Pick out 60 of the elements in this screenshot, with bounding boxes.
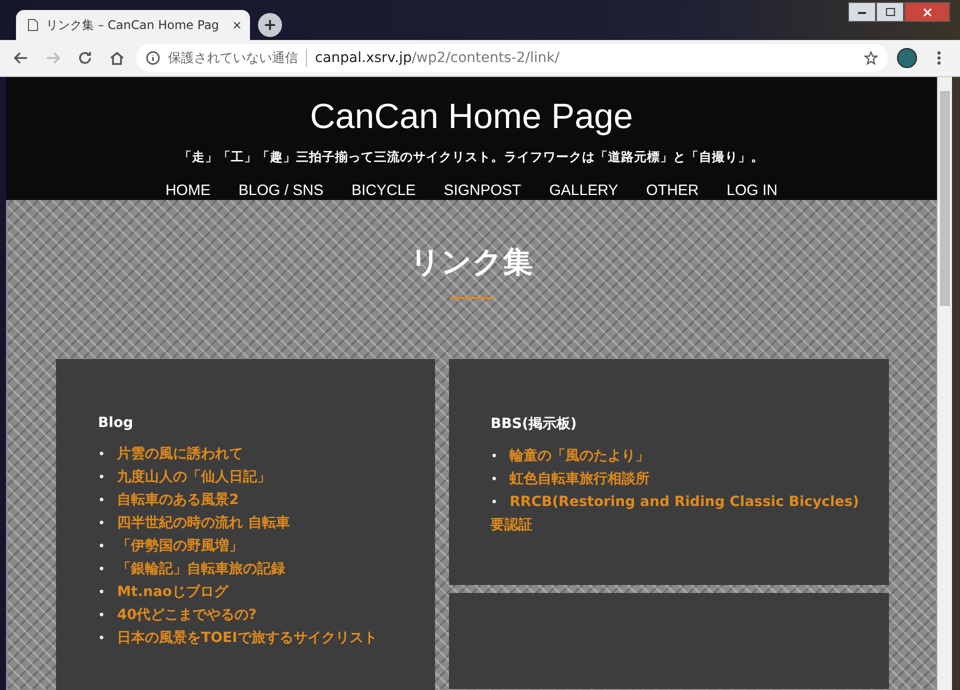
bullet: •	[98, 446, 106, 463]
info-icon	[146, 51, 160, 65]
page-title: リンク集	[410, 244, 533, 282]
url-text: canpal.xsrv.jp/wp2/contents-2/link/	[315, 50, 560, 66]
bullet: •	[98, 561, 106, 578]
bullet: •	[98, 630, 106, 647]
nav-link[interactable]: BICYCLE	[352, 182, 416, 199]
bullet: •	[98, 469, 106, 486]
nav-link[interactable]: GALLERY	[549, 182, 618, 199]
plus-icon	[264, 19, 276, 31]
link[interactable]: 「銀輪記」自転車旅の記録	[117, 558, 286, 581]
link[interactable]: 日本の風景をTOEIで旅するサイクリスト	[117, 627, 378, 650]
page-icon	[28, 19, 38, 31]
link[interactable]: 40代どこまでやるの?	[117, 604, 257, 627]
close-button[interactable]	[904, 2, 950, 22]
site-title: CanCan Home Page	[310, 97, 633, 137]
maximize-icon	[886, 8, 894, 16]
bullet: •	[98, 607, 106, 624]
tab-close-button[interactable]: ×	[232, 18, 242, 32]
bullet: •	[98, 492, 106, 509]
site-tagline: 「走」「工」「趣」三拍子揃って三流のサイクリスト。ライフワークは「道路元標」と「自撮り」。	[179, 149, 764, 166]
link[interactable]: 片雲の風に誘われて	[117, 443, 244, 466]
bullet: •	[98, 538, 106, 555]
title-underline	[450, 297, 494, 299]
new-tab-button[interactable]	[258, 13, 282, 37]
close-icon	[922, 8, 932, 16]
profile-avatar[interactable]	[897, 48, 917, 68]
bullet: •	[490, 494, 498, 511]
reload-icon[interactable]	[77, 50, 93, 66]
bullet: •	[490, 448, 498, 465]
bullet: •	[98, 515, 106, 532]
minimize-icon	[858, 10, 866, 14]
nav-link[interactable]: BLOG / SNS	[238, 182, 324, 199]
bullet: •	[98, 584, 106, 601]
address-bar[interactable]: 保護されていない通信 canpal.xsrv.jp/wp2/contents-2/link/	[136, 44, 888, 72]
nav-link[interactable]: HOME	[165, 182, 210, 199]
minimize-button[interactable]	[848, 2, 876, 22]
link[interactable]: 「伊勢国の野風増」	[117, 535, 244, 558]
security-label: 保護されていない通信	[168, 49, 307, 67]
link[interactable]: Mt.naoじブログ	[117, 581, 228, 604]
link[interactable]: 虹色自転車旅行相談所	[510, 468, 650, 491]
scrollbar[interactable]	[937, 77, 952, 690]
link[interactable]: 輪童の「風のたより」	[510, 445, 650, 468]
link[interactable]: 四半世紀の時の流れ 自転車	[117, 512, 290, 535]
nav-link[interactable]: LOG IN	[726, 182, 778, 199]
card-heading: BBS(掲示板)	[490, 415, 578, 433]
card-note: 要認証	[490, 516, 534, 535]
star-icon[interactable]	[864, 51, 878, 65]
maximize-button[interactable]	[876, 2, 904, 22]
browser-tab[interactable]: リンク集 – CanCan Home Pag ×	[16, 10, 250, 40]
back-arrow-icon[interactable]	[13, 50, 29, 66]
nav-link[interactable]: SIGNPOST	[444, 182, 522, 199]
link[interactable]: RRCB(Restoring and Riding Classic Bicycles)	[510, 491, 859, 514]
link[interactable]: 自転車のある風景2	[117, 489, 239, 512]
nav-link[interactable]: OTHER	[646, 182, 699, 199]
home-icon[interactable]	[109, 50, 125, 66]
scrollbar-thumb[interactable]	[940, 91, 950, 306]
card-heading: Blog	[98, 415, 134, 431]
link[interactable]: 九度山人の「仙人日記」	[117, 466, 272, 489]
bullet: •	[490, 471, 498, 488]
